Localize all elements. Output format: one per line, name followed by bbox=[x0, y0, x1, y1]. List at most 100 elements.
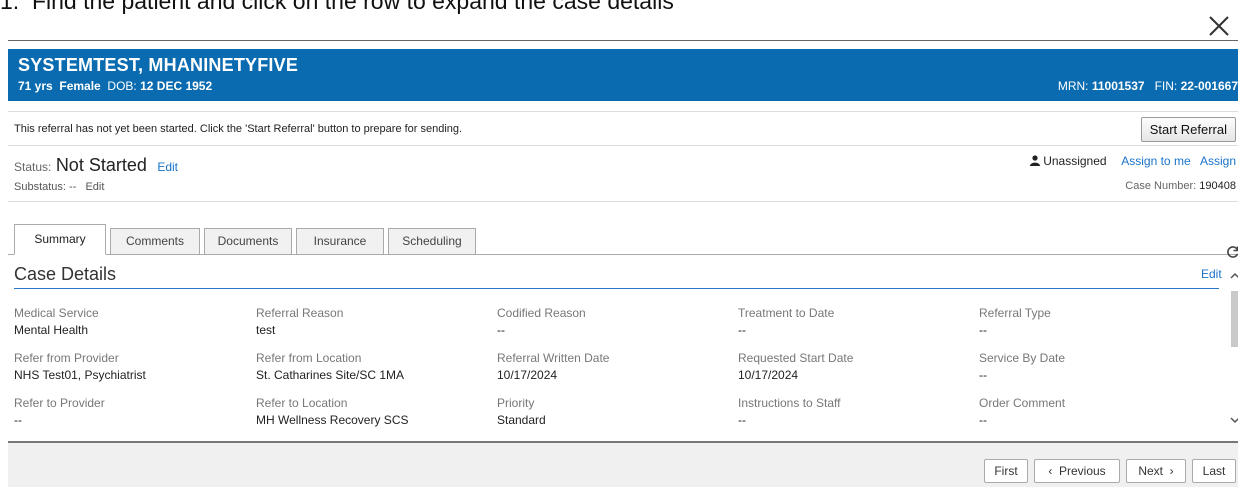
field-value: 10/17/2024 bbox=[497, 368, 558, 382]
details-scrollbar[interactable] bbox=[1230, 271, 1238, 431]
next-page-button[interactable]: Next › bbox=[1126, 459, 1186, 483]
status-panel: Status: Not Started Edit Substatus: -- E… bbox=[8, 147, 1238, 202]
chevron-up-icon[interactable] bbox=[1230, 271, 1238, 281]
status-line: Status: Not Started Edit bbox=[14, 155, 178, 176]
mrn-label: MRN: bbox=[1057, 79, 1089, 93]
field-referral-type: Referral Type -- bbox=[979, 306, 1051, 337]
start-referral-button[interactable]: Start Referral bbox=[1140, 117, 1236, 142]
chevron-down-icon[interactable] bbox=[1230, 415, 1238, 425]
pagination-bar: First ‹ Previous Next › Last bbox=[8, 441, 1238, 487]
field-label: Service By Date bbox=[979, 351, 1066, 365]
field-refer-from-location: Refer from Location St. Catharines Site/… bbox=[256, 351, 404, 382]
fin-label: FIN: bbox=[1154, 79, 1178, 93]
field-requested-start-date: Requested Start Date 10/17/2024 bbox=[738, 351, 853, 382]
field-order-comment: Order Comment -- bbox=[979, 396, 1065, 427]
next-label: Next bbox=[1138, 464, 1163, 478]
field-value: -- bbox=[738, 323, 746, 337]
tab-documents[interactable]: Documents bbox=[204, 228, 292, 255]
field-value: -- bbox=[979, 323, 987, 337]
patient-fin: 22-001667 bbox=[1180, 79, 1238, 93]
field-treatment-to-date: Treatment to Date -- bbox=[738, 306, 834, 337]
patient-name: SYSTEMTEST, MHANINETYFIVE bbox=[18, 55, 299, 75]
patient-identifiers: MRN: 11001537 FIN: 22-001667 bbox=[1058, 79, 1238, 93]
field-value: NHS Test01, Psychiatrist bbox=[14, 368, 146, 382]
first-page-button[interactable]: First bbox=[984, 459, 1028, 483]
edit-case-details-link[interactable]: Edit bbox=[1201, 267, 1222, 281]
patient-mrn: 11001537 bbox=[1091, 79, 1145, 93]
field-value: 10/17/2024 bbox=[738, 368, 799, 382]
tab-bar: Summary Comments Documents Insurance Sch… bbox=[8, 224, 1238, 255]
field-value: -- bbox=[738, 413, 746, 427]
field-label: Priority bbox=[497, 396, 535, 410]
field-label: Medical Service bbox=[14, 306, 99, 320]
edit-status-link[interactable]: Edit bbox=[157, 160, 178, 174]
patient-banner: SYSTEMTEST, MHANINETYFIVE 71 yrs Female … bbox=[8, 49, 1238, 101]
close-icon[interactable] bbox=[1204, 8, 1234, 42]
field-label: Referral Reason bbox=[256, 306, 344, 320]
field-label: Instructions to Staff bbox=[738, 396, 841, 410]
section-divider bbox=[14, 288, 1219, 289]
field-value: MH Wellness Recovery SCS bbox=[256, 413, 409, 427]
assign-to-me-link[interactable]: Assign to me bbox=[1121, 154, 1190, 168]
chevron-left-icon: ‹ bbox=[1048, 464, 1053, 478]
field-value: -- bbox=[14, 413, 22, 427]
field-value: Standard bbox=[497, 413, 546, 427]
field-referral-reason: Referral Reason test bbox=[256, 306, 343, 337]
patient-age: 71 yrs bbox=[18, 79, 53, 93]
field-medical-service: Medical Service Mental Health bbox=[14, 306, 99, 337]
chevron-right-icon: › bbox=[1169, 464, 1174, 478]
instruction-text: 1. Find the patient and click on the row… bbox=[0, 0, 674, 14]
notice-message: This referral has not yet been started. … bbox=[14, 123, 463, 135]
field-label: Requested Start Date bbox=[738, 351, 854, 365]
field-label: Referral Type bbox=[979, 306, 1051, 320]
field-label: Order Comment bbox=[979, 396, 1066, 410]
field-label: Refer to Provider bbox=[14, 396, 105, 410]
case-number: Case Number: 190408 bbox=[1125, 180, 1236, 192]
edit-substatus-link[interactable]: Edit bbox=[85, 181, 104, 193]
tab-comments[interactable]: Comments bbox=[110, 228, 200, 255]
tab-summary[interactable]: Summary bbox=[14, 224, 106, 255]
field-value: test bbox=[256, 323, 276, 337]
field-service-by-date: Service By Date -- bbox=[979, 351, 1065, 382]
patient-dob: 12 DEC 1952 bbox=[140, 79, 213, 93]
field-value: -- bbox=[979, 368, 987, 382]
dob-label: DOB: bbox=[107, 79, 137, 93]
field-referral-written-date: Referral Written Date 10/17/2024 bbox=[497, 351, 609, 382]
case-number-value: 190408 bbox=[1199, 180, 1236, 192]
field-value: -- bbox=[497, 323, 505, 337]
field-label: Refer from Location bbox=[256, 351, 362, 365]
field-refer-to-provider: Refer to Provider -- bbox=[14, 396, 105, 427]
field-value: St. Catharines Site/SC 1MA bbox=[256, 368, 405, 382]
referral-notice: This referral has not yet been started. … bbox=[8, 111, 1238, 146]
tab-scheduling[interactable]: Scheduling bbox=[388, 228, 476, 255]
refresh-icon[interactable] bbox=[1226, 245, 1238, 259]
assign-link[interactable]: Assign bbox=[1200, 154, 1236, 168]
field-codified-reason: Codified Reason -- bbox=[497, 306, 586, 337]
field-refer-to-location: Refer to Location MH Wellness Recovery S… bbox=[256, 396, 408, 427]
field-label: Refer from Provider bbox=[14, 351, 119, 365]
field-value: Mental Health bbox=[14, 323, 89, 337]
field-priority: Priority Standard bbox=[497, 396, 546, 427]
case-number-label: Case Number: bbox=[1125, 180, 1197, 192]
field-label: Referral Written Date bbox=[497, 351, 610, 365]
case-details-title: Case Details bbox=[14, 264, 117, 284]
scrollbar-thumb[interactable] bbox=[1231, 291, 1238, 347]
field-instructions-to-staff: Instructions to Staff -- bbox=[738, 396, 841, 427]
substatus-label: Substatus: bbox=[14, 181, 66, 193]
previous-page-button[interactable]: ‹ Previous bbox=[1034, 459, 1120, 483]
substatus-value: -- bbox=[69, 181, 77, 193]
last-page-button[interactable]: Last bbox=[1192, 459, 1236, 483]
tab-insurance[interactable]: Insurance bbox=[296, 228, 384, 255]
field-label: Treatment to Date bbox=[738, 306, 835, 320]
referral-dialog: SYSTEMTEST, MHANINETYFIVE 71 yrs Female … bbox=[8, 40, 1238, 487]
patient-sex: Female bbox=[59, 79, 101, 93]
field-label: Codified Reason bbox=[497, 306, 586, 320]
assignment-line: Unassigned Assign to me Assign bbox=[1029, 154, 1236, 168]
field-value: -- bbox=[979, 413, 987, 427]
person-icon bbox=[1030, 155, 1041, 166]
previous-label: Previous bbox=[1058, 464, 1106, 478]
field-label: Refer to Location bbox=[256, 396, 348, 410]
status-value: Not Started bbox=[55, 155, 147, 175]
patient-demographics: 71 yrs Female DOB: 12 DEC 1952 bbox=[18, 79, 212, 93]
substatus-line: Substatus: -- Edit bbox=[14, 181, 104, 193]
